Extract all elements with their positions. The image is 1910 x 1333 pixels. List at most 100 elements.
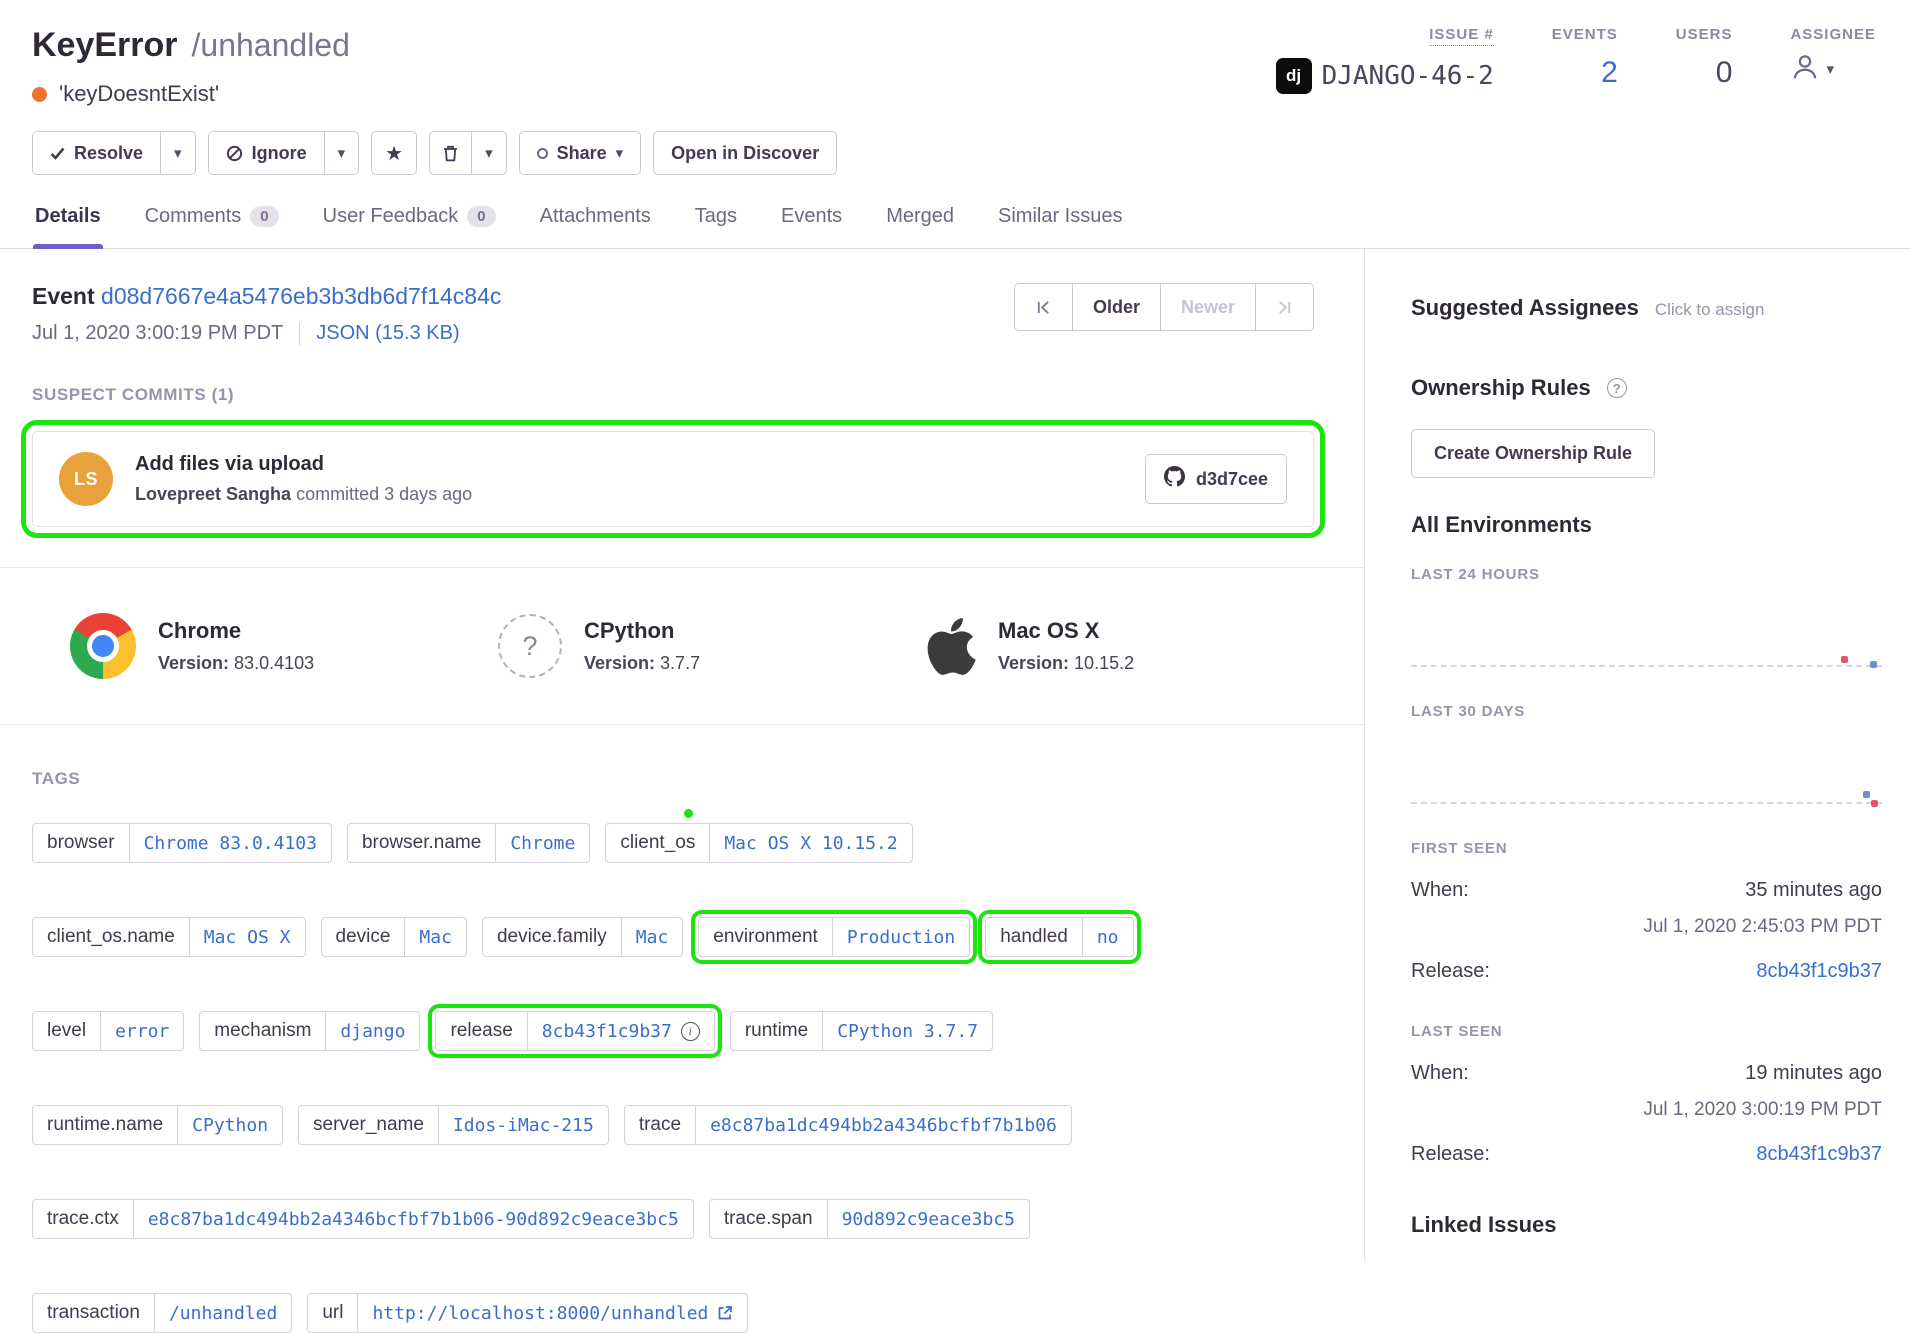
delete-button[interactable] <box>429 131 472 175</box>
tag-value[interactable]: Chrome 83.0.4103 <box>129 824 331 862</box>
assignee-dropdown[interactable]: ▾ <box>1790 52 1876 87</box>
tag-pill[interactable]: mechanism django <box>199 1011 420 1051</box>
older-event-button[interactable]: Older <box>1072 283 1161 331</box>
context-version: Version: 3.7.7 <box>584 653 700 674</box>
tag-value[interactable]: /unhandled <box>154 1294 291 1332</box>
resolve-label: Resolve <box>74 143 143 164</box>
chart-marker-red <box>1871 800 1878 807</box>
tab[interactable]: Tags <box>693 199 739 248</box>
tag-pill[interactable]: environment Production <box>698 917 970 957</box>
chart-marker-red <box>1841 656 1848 663</box>
tag-value[interactable]: error <box>100 1012 183 1050</box>
delete-dropdown-button[interactable]: ▾ <box>471 131 507 175</box>
tag-pill[interactable]: level error <box>32 1011 184 1051</box>
newer-event-button[interactable]: Newer <box>1160 283 1256 331</box>
tag-pill[interactable]: device Mac <box>321 917 467 957</box>
tags-heading: TAGS <box>32 769 1314 789</box>
tag-value[interactable]: Mac <box>621 918 683 956</box>
tab-label: Merged <box>886 205 954 228</box>
tag-pill[interactable]: runtime.name CPython <box>32 1105 283 1145</box>
tag-value[interactable]: CPython 3.7.7 <box>822 1012 992 1050</box>
tag-value[interactable]: Idos-iMac-215 <box>438 1106 608 1144</box>
star-icon: ★ <box>385 141 403 166</box>
tab[interactable]: Similar Issues <box>996 199 1124 248</box>
tag-pill[interactable]: server_name Idos-iMac-215 <box>298 1105 609 1145</box>
tag-value[interactable]: 90d892c9eace3bc5 <box>827 1200 1029 1238</box>
first-seen-heading: FIRST SEEN <box>1411 840 1882 857</box>
tab[interactable]: User Feedback 0 <box>321 199 498 248</box>
tag-pill[interactable]: device.family Mac <box>482 917 683 957</box>
context-text: Mac OS X Version: 10.15.2 <box>998 618 1134 674</box>
ignore-dropdown-button[interactable]: ▾ <box>324 131 360 175</box>
check-icon <box>50 147 65 160</box>
tag-pill[interactable]: trace.span 90d892c9eace3bc5 <box>709 1199 1030 1239</box>
commit-sha-button[interactable]: d3d7cee <box>1145 454 1287 504</box>
tag-value[interactable]: e8c87ba1dc494bb2a4346bcfbf7b1b06-90d892c… <box>133 1200 693 1238</box>
resolve-button[interactable]: Resolve <box>32 131 161 175</box>
tag-key: trace <box>625 1106 695 1144</box>
tag-key: transaction <box>33 1294 154 1332</box>
resolve-dropdown-button[interactable]: ▾ <box>160 131 196 175</box>
open-in-discover-button[interactable]: Open in Discover <box>653 131 837 175</box>
ignore-button[interactable]: Ignore <box>208 131 325 175</box>
users-label: USERS <box>1676 26 1733 43</box>
tag-value-text: http://localhost:8000/unhandled <box>372 1303 708 1324</box>
event-id-link[interactable]: d08d7667e4a5476eb3b3db6d7f14c84c <box>101 283 501 309</box>
tab-badge: 0 <box>467 206 495 227</box>
tab[interactable]: Details <box>33 199 103 248</box>
create-ownership-rule-button[interactable]: Create Ownership Rule <box>1411 429 1655 478</box>
tag-key: release <box>436 1012 526 1050</box>
tag-value[interactable]: Mac <box>404 918 466 956</box>
issue-detail-page: KeyError /unhandled 'keyDoesntExist' ISS… <box>0 0 1910 1254</box>
tag-key: trace.ctx <box>33 1200 133 1238</box>
tag-value[interactable]: Mac OS X <box>189 918 305 956</box>
tag-value[interactable]: Chrome <box>495 824 589 862</box>
tag-value[interactable]: no <box>1082 918 1133 956</box>
tag-key: trace.span <box>710 1200 827 1238</box>
tag-value[interactable]: django <box>325 1012 419 1050</box>
tag-pill[interactable]: runtime CPython 3.7.7 <box>730 1011 993 1051</box>
tag-pill[interactable]: transaction /unhandled <box>32 1293 292 1333</box>
tab[interactable]: Events <box>779 199 844 248</box>
newest-event-button[interactable] <box>1255 283 1314 331</box>
tag-pill[interactable]: client_os Mac OS X 10.15.2 <box>605 823 912 863</box>
chart-baseline <box>1411 665 1882 667</box>
tag-pill[interactable]: browser Chrome 83.0.4103 <box>32 823 332 863</box>
tab[interactable]: Attachments <box>538 199 653 248</box>
tab[interactable]: Comments 0 <box>143 199 281 248</box>
tag-value[interactable]: e8c87ba1dc494bb2a4346bcfbf7b1b06 <box>695 1106 1071 1144</box>
tab[interactable]: Merged <box>884 199 956 248</box>
bookmark-star-button[interactable]: ★ <box>371 131 417 175</box>
help-question-icon[interactable]: ? <box>1607 378 1627 398</box>
tag-value-text: Production <box>847 927 955 948</box>
tag-value[interactable]: CPython <box>177 1106 282 1144</box>
last-seen-release-link[interactable]: 8cb43f1c9b37 <box>1756 1143 1882 1166</box>
tag-pill[interactable]: browser.name Chrome <box>347 823 590 863</box>
context-text: Chrome Version: 83.0.4103 <box>158 618 314 674</box>
context-card: Mac OS X Version: 10.15.2 <box>926 614 1354 678</box>
chevron-down-icon: ▾ <box>1826 62 1834 77</box>
tag-pill[interactable]: trace.ctx e8c87ba1dc494bb2a4346bcfbf7b1b… <box>32 1199 694 1239</box>
first-seen-release-link[interactable]: 8cb43f1c9b37 <box>1756 960 1882 983</box>
users-count[interactable]: 0 <box>1676 56 1733 90</box>
event-json-link[interactable]: JSON (15.3 KB) <box>299 322 459 345</box>
tag-value[interactable]: Mac OS X 10.15.2 <box>709 824 911 862</box>
tag-pill[interactable]: release 8cb43f1c9b37 i <box>435 1011 714 1051</box>
tag-pill[interactable]: url http://localhost:8000/unhandled <box>307 1293 748 1333</box>
share-button[interactable]: Share ▾ <box>519 131 642 175</box>
oldest-event-button[interactable] <box>1014 283 1073 331</box>
events-count[interactable]: 2 <box>1552 56 1618 90</box>
tag-pill[interactable]: client_os.name Mac OS X <box>32 917 306 957</box>
tag-value[interactable]: Production <box>832 918 969 956</box>
info-icon[interactable]: i <box>681 1022 700 1041</box>
external-link-icon[interactable] <box>717 1305 733 1321</box>
trash-icon <box>443 145 458 162</box>
tag-pill[interactable]: trace e8c87ba1dc494bb2a4346bcfbf7b1b06 <box>624 1105 1072 1145</box>
tag-pill[interactable]: handled no <box>985 917 1133 957</box>
last-30-days-chart <box>1411 720 1882 812</box>
tag-value[interactable]: 8cb43f1c9b37 i <box>527 1012 714 1050</box>
suggested-assignees-heading: Suggested Assignees <box>1411 295 1639 321</box>
tag-value[interactable]: http://localhost:8000/unhandled <box>357 1294 747 1332</box>
last-30-days-label: LAST 30 DAYS <box>1411 703 1882 720</box>
issue-short-id[interactable]: DJANGO-46-2 <box>1322 61 1494 91</box>
